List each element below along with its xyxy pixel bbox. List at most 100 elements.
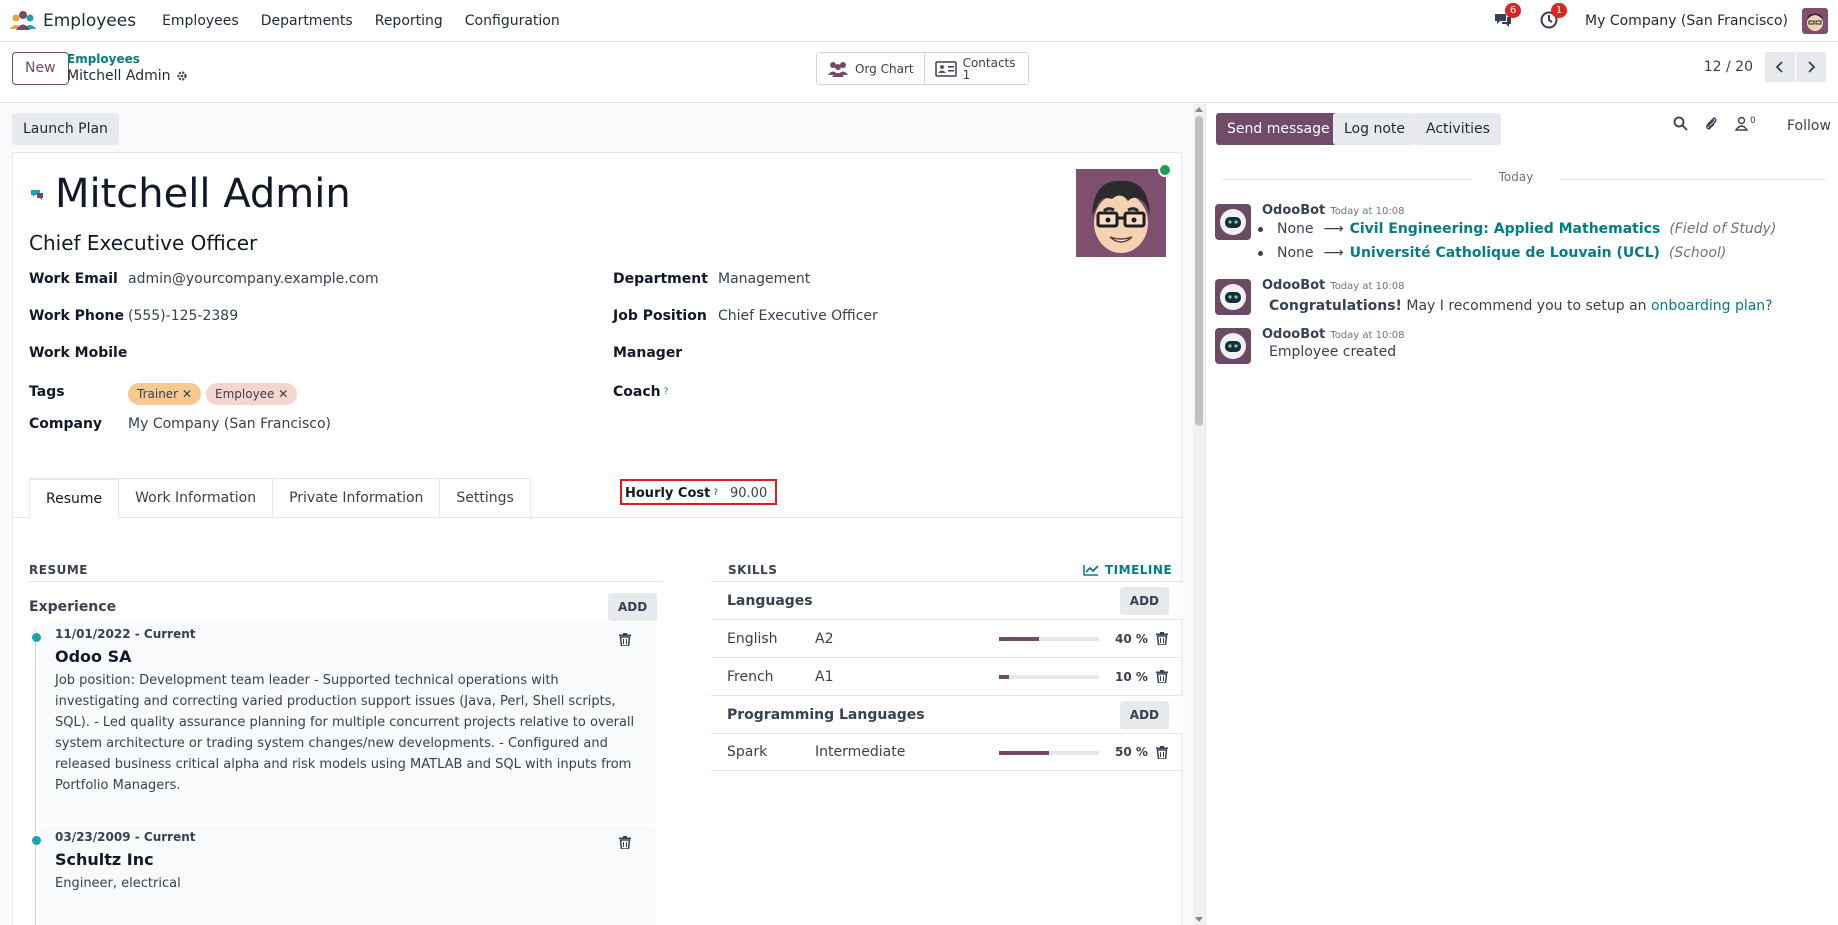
launch-plan-button[interactable]: Launch Plan xyxy=(12,113,119,145)
scrollbar-thumb[interactable] xyxy=(1195,116,1203,426)
gear-icon[interactable] xyxy=(176,70,188,82)
activities-badge: 1 xyxy=(1551,2,1568,18)
tab-work-information[interactable]: Work Information xyxy=(119,478,274,518)
breadcrumb-current-label: Mitchell Admin xyxy=(67,68,171,84)
user-avatar[interactable] xyxy=(1802,7,1828,34)
hourly-cost-help-icon[interactable]: ? xyxy=(713,488,718,498)
tab-settings[interactable]: Settings xyxy=(440,478,531,518)
work-mobile-field[interactable] xyxy=(128,344,588,362)
trash-icon[interactable] xyxy=(619,633,631,646)
tracking-value: None ⟶ Université Catholique de Louvain … xyxy=(1258,245,1726,261)
pager-previous-button[interactable] xyxy=(1765,52,1795,82)
follow-button[interactable]: Follow xyxy=(1787,118,1831,134)
employees-app-icon[interactable] xyxy=(9,9,37,33)
odoobot-avatar[interactable] xyxy=(1215,328,1251,364)
skill-progress-label: 10 % xyxy=(1115,669,1148,684)
control-panel: New Employees Mitchell Admin Org Chart C… xyxy=(0,42,1838,103)
skill-row[interactable]: Spark Intermediate 50 % xyxy=(711,733,1183,771)
message-author[interactable]: OdooBot Today at 10:08 xyxy=(1262,327,1404,342)
coach-help-icon[interactable]: ? xyxy=(664,387,669,397)
add-skill-button[interactable]: ADD xyxy=(1119,587,1169,615)
activities-button[interactable]: 1 xyxy=(1539,2,1568,32)
chat-icon[interactable] xyxy=(29,187,45,201)
message-time: Today at 10:08 xyxy=(1330,281,1405,292)
log-note-button[interactable]: Log note xyxy=(1333,113,1416,145)
manager-field[interactable] xyxy=(718,344,1048,362)
form-scrollbar[interactable] xyxy=(1193,104,1205,925)
trash-icon[interactable] xyxy=(619,836,631,849)
message-body: Employee created xyxy=(1269,344,1397,360)
trash-icon[interactable] xyxy=(1156,632,1168,645)
tab-private-information[interactable]: Private Information xyxy=(273,478,441,518)
odoobot-avatar[interactable] xyxy=(1215,279,1251,315)
work-phone-field[interactable]: (555)-125-2389 xyxy=(128,308,238,324)
skill-row[interactable]: English A2 40 % xyxy=(711,619,1183,657)
activities-button[interactable]: Activities xyxy=(1415,113,1501,145)
tag-trainer-label: Trainer xyxy=(137,387,179,401)
contacts-button[interactable]: Contacts 1 xyxy=(923,53,1028,84)
search-icon[interactable] xyxy=(1673,116,1688,131)
menu-configuration[interactable]: Configuration xyxy=(465,13,560,29)
new-button[interactable]: New xyxy=(12,52,69,85)
coach-field[interactable] xyxy=(718,383,1048,401)
followers-button[interactable]: 0 xyxy=(1735,116,1756,131)
skill-group-label: Languages xyxy=(727,592,813,609)
line-chart-icon xyxy=(1083,565,1099,576)
hourly-cost-field[interactable]: 90.00 xyxy=(730,486,767,501)
skill-row[interactable]: French A1 10 % xyxy=(711,657,1183,695)
trash-icon[interactable] xyxy=(1156,670,1168,683)
remove-tag-icon[interactable]: ✕ xyxy=(278,387,288,401)
menu-reporting[interactable]: Reporting xyxy=(375,13,443,29)
onboarding-plan-link[interactable]: onboarding plan? xyxy=(1651,298,1773,314)
timeline-button[interactable]: TIMELINE xyxy=(1083,563,1172,577)
department-field[interactable]: Management xyxy=(718,271,810,287)
send-message-button[interactable]: Send message xyxy=(1216,113,1341,145)
company-field[interactable]: My Company (San Francisco) xyxy=(128,416,331,432)
org-chart-button[interactable]: Org Chart xyxy=(817,53,924,84)
skill-progress-bar xyxy=(999,751,1099,755)
remove-tag-icon[interactable]: ✕ xyxy=(182,387,192,401)
tags-row: Tags Trainer ✕ Employee ✕ xyxy=(29,381,589,405)
odoobot-avatar[interactable] xyxy=(1215,204,1251,240)
skill-group-programming-languages: Programming Languages ADD xyxy=(711,695,1183,733)
company-switcher[interactable]: My Company (San Francisco) xyxy=(1585,13,1788,29)
bullet xyxy=(1258,226,1263,232)
scroll-down-icon[interactable] xyxy=(1195,917,1203,922)
pager-next-button[interactable] xyxy=(1796,52,1826,82)
hourly-cost-row: Hourly Cost ? 90.00 xyxy=(625,484,775,502)
timeline-dot xyxy=(32,836,41,845)
resume-line[interactable]: 03/23/2009 - Current Schultz Inc Enginee… xyxy=(32,826,655,925)
tab-resume[interactable]: Resume xyxy=(29,478,120,518)
hourly-cost-label: Hourly Cost xyxy=(625,485,711,501)
resume-line-date: 11/01/2022 - Current xyxy=(55,627,196,641)
company-row: Company My Company (San Francisco) xyxy=(29,415,589,433)
job-position-field[interactable]: Chief Executive Officer xyxy=(718,308,878,324)
tags-label: Tags xyxy=(29,384,65,400)
menu-departments[interactable]: Departments xyxy=(261,13,353,29)
job-title-field[interactable]: Chief Executive Officer xyxy=(29,231,257,255)
tags-field[interactable]: Trainer ✕ Employee ✕ xyxy=(128,383,302,405)
paperclip-icon[interactable] xyxy=(1704,116,1719,131)
message-author[interactable]: OdooBot Today at 10:08 xyxy=(1262,278,1404,293)
message-author[interactable]: OdooBot Today at 10:08 xyxy=(1262,203,1404,218)
message-author-name: OdooBot xyxy=(1262,278,1326,293)
scroll-up-icon[interactable] xyxy=(1195,107,1203,112)
message-author-name: OdooBot xyxy=(1262,327,1326,342)
menu-employees[interactable]: Employees xyxy=(162,13,239,29)
add-skill-button[interactable]: ADD xyxy=(1119,701,1169,729)
messages-button[interactable]: 6 xyxy=(1493,2,1522,32)
trash-icon[interactable] xyxy=(1156,746,1168,759)
employee-name-field[interactable]: Mitchell Admin xyxy=(55,171,351,217)
pager: 12 / 20 xyxy=(1704,52,1826,82)
employee-photo[interactable] xyxy=(1076,169,1166,257)
timeline-dot xyxy=(32,633,41,642)
message-text: May I recommend you to setup an xyxy=(1401,298,1651,314)
add-resume-line-button[interactable]: ADD xyxy=(608,593,658,621)
resume-line[interactable]: 11/01/2022 - Current Odoo SA Job positio… xyxy=(32,623,655,823)
breadcrumb-parent[interactable]: Employees xyxy=(67,52,140,66)
work-mobile-label: Work Mobile xyxy=(29,345,128,361)
app-name[interactable]: Employees xyxy=(43,11,136,31)
work-email-field[interactable]: admin@yourcompany.example.com xyxy=(128,271,379,287)
pager-value[interactable]: 12 / 20 xyxy=(1704,59,1753,75)
skill-progress-fill xyxy=(999,751,1049,755)
